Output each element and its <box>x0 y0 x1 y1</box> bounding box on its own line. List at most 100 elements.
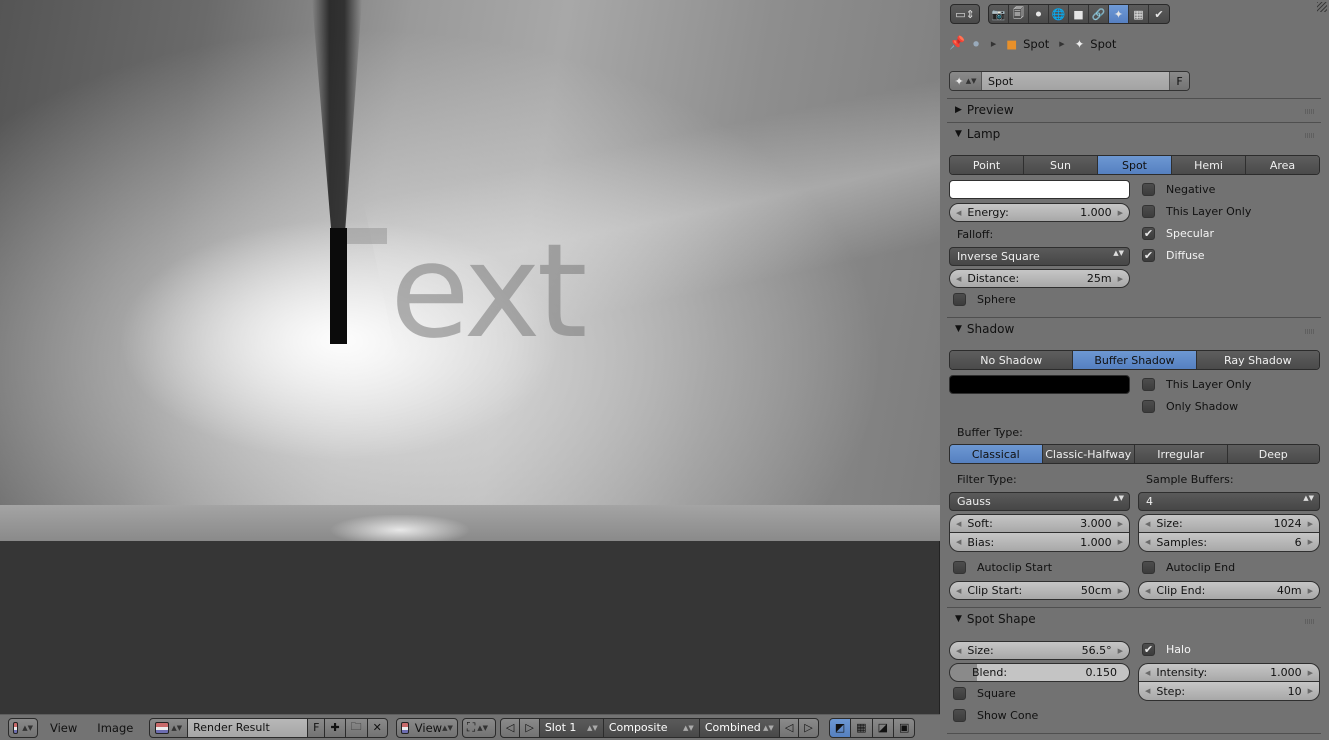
panel-drag-handle[interactable] <box>1305 109 1315 114</box>
clip-end-field[interactable]: ◀ Clip End: 40m ▶ <box>1138 581 1320 600</box>
shadow-this-layer-only-checkbox[interactable]: This Layer Only <box>1142 378 1251 391</box>
halo-intensity-field[interactable]: ◀ Intensity: 1.000 ▶ <box>1138 663 1320 682</box>
checkbox-box[interactable] <box>953 293 966 306</box>
buffer-size-field[interactable]: ◀ Size: 1024 ▶ <box>1138 514 1320 533</box>
decrement-arrow-icon[interactable]: ◀ <box>956 647 961 655</box>
z-buffer-button[interactable]: ▣ <box>893 717 916 738</box>
panel-drag-handle[interactable] <box>1305 619 1315 624</box>
decrement-arrow-icon[interactable]: ◀ <box>956 209 961 217</box>
decrement-arrow-icon[interactable]: ◀ <box>956 275 961 283</box>
next-slot-button[interactable]: ▷ <box>520 717 540 738</box>
clip-start-field[interactable]: ◀ Clip Start: 50cm ▶ <box>949 581 1130 600</box>
menu-view[interactable]: View <box>42 721 85 735</box>
area-split-handle[interactable] <box>1317 2 1327 12</box>
autoclip-start-checkbox[interactable]: Autoclip Start <box>953 561 1052 574</box>
shadow-mode-no-shadow[interactable]: No Shadow <box>950 351 1074 369</box>
panel-drag-handle[interactable] <box>1305 329 1315 334</box>
sample-buffers-dropdown[interactable]: 4 ▲▼ <box>1138 492 1320 511</box>
tab-texture[interactable]: ▦ <box>1129 5 1149 23</box>
buffer-type-classical[interactable]: Classical <box>950 445 1043 463</box>
lamp-name-field[interactable]: Spot <box>982 72 1169 90</box>
checkbox-box[interactable] <box>1142 643 1155 656</box>
slot-dropdown[interactable]: Slot 1 ▲▼ <box>539 717 604 738</box>
alpha-button[interactable]: ◪ <box>872 717 894 738</box>
halo-step-field[interactable]: ◀ Step: 10 ▶ <box>1138 682 1320 701</box>
decrement-arrow-icon[interactable]: ◀ <box>956 587 961 595</box>
only-shadow-checkbox[interactable]: Only Shadow <box>1142 400 1238 413</box>
checkbox-box[interactable] <box>953 687 966 700</box>
this-layer-only-checkbox[interactable]: This Layer Only <box>1142 205 1251 218</box>
decrement-arrow-icon[interactable]: ◀ <box>956 520 961 528</box>
lamp-type-area[interactable]: Area <box>1246 156 1319 174</box>
spot-size-field[interactable]: ◀ Size: 56.5° ▶ <box>949 641 1130 660</box>
spot-blend-slider[interactable]: Blend: 0.150 <box>949 663 1130 682</box>
prev-pass-button[interactable]: ◁ <box>779 717 800 738</box>
panel-header-shadow[interactable]: ▼ Shadow <box>955 320 1014 338</box>
sphere-checkbox[interactable]: Sphere <box>953 293 1016 306</box>
checkbox-box[interactable] <box>1142 249 1155 262</box>
increment-arrow-icon[interactable]: ▶ <box>1118 520 1123 528</box>
buffer-type-classic-halfway[interactable]: Classic-Halfway <box>1042 445 1135 463</box>
decrement-arrow-icon[interactable]: ◀ <box>1145 687 1150 695</box>
color-alpha-button[interactable]: ◩ <box>828 717 852 738</box>
tab-data-lamp[interactable]: ✦ <box>1109 5 1129 23</box>
new-image-button[interactable]: ✚ <box>325 717 346 738</box>
increment-arrow-icon[interactable]: ▶ <box>1118 647 1123 655</box>
lamp-type-hemi[interactable]: Hemi <box>1172 156 1246 174</box>
panel-header-lamp[interactable]: ▼ Lamp <box>955 125 1000 143</box>
filter-type-dropdown[interactable]: Gauss ▲▼ <box>949 492 1130 511</box>
editor-type-selector[interactable]: ▲▼ <box>8 717 38 738</box>
browse-lamp-button[interactable]: ✦ ▲▼ <box>950 72 982 90</box>
tab-scene[interactable]: ⚫ <box>1029 5 1049 23</box>
tab-constraints[interactable]: 🔗 <box>1089 5 1109 23</box>
increment-arrow-icon[interactable]: ▶ <box>1308 520 1313 528</box>
checkbox-box[interactable] <box>953 561 966 574</box>
buffer-type-irregular[interactable]: Irregular <box>1135 445 1228 463</box>
show-cone-checkbox[interactable]: Show Cone <box>953 709 1038 722</box>
increment-arrow-icon[interactable]: ▶ <box>1308 538 1313 546</box>
buffer-type-deep[interactable]: Deep <box>1227 445 1319 463</box>
menu-image[interactable]: Image <box>89 721 141 735</box>
panel-header-preview[interactable]: ▶ Preview <box>955 101 1014 119</box>
panel-drag-handle[interactable] <box>1305 133 1315 138</box>
increment-arrow-icon[interactable]: ▶ <box>1118 587 1123 595</box>
halo-checkbox[interactable]: Halo <box>1142 643 1191 656</box>
energy-field[interactable]: ◀ Energy: 1.000 ▶ <box>949 203 1130 222</box>
increment-arrow-icon[interactable]: ▶ <box>1118 275 1123 283</box>
diffuse-checkbox[interactable]: Diffuse <box>1142 249 1205 262</box>
tab-world[interactable]: 🌐 <box>1049 5 1069 23</box>
checkbox-box[interactable] <box>1142 561 1155 574</box>
distance-field[interactable]: ◀ Distance: 25m ▶ <box>949 269 1130 288</box>
editor-type-selector[interactable]: ▭⇕ <box>950 4 980 24</box>
increment-arrow-icon[interactable]: ▶ <box>1308 687 1313 695</box>
increment-arrow-icon[interactable]: ▶ <box>1118 538 1123 546</box>
square-checkbox[interactable]: Square <box>953 687 1016 700</box>
lamp-type-point[interactable]: Point <box>950 156 1024 174</box>
decrement-arrow-icon[interactable]: ◀ <box>1145 587 1150 595</box>
decrement-arrow-icon[interactable]: ◀ <box>956 538 961 546</box>
bias-field[interactable]: ◀ Bias: 1.000 ▶ <box>949 533 1130 552</box>
decrement-arrow-icon[interactable]: ◀ <box>1145 669 1150 677</box>
browse-image-button[interactable]: ▲▼ <box>149 717 189 738</box>
tab-object[interactable]: ■ <box>1069 5 1089 23</box>
lamp-type-sun[interactable]: Sun <box>1024 156 1098 174</box>
pivot-dropdown[interactable]: ⛶ ▲▼ <box>461 717 496 738</box>
fake-user-button[interactable]: F <box>1169 72 1189 90</box>
color-button[interactable]: ▦ <box>851 717 873 738</box>
checkbox-box[interactable] <box>1142 227 1155 240</box>
shadow-mode-buffer-shadow[interactable]: Buffer Shadow <box>1073 351 1197 369</box>
specular-checkbox[interactable]: Specular <box>1142 227 1214 240</box>
samples-field[interactable]: ◀ Samples: 6 ▶ <box>1138 533 1320 552</box>
lamp-type-spot[interactable]: Spot <box>1098 156 1172 174</box>
decrement-arrow-icon[interactable]: ◀ <box>1145 520 1150 528</box>
increment-arrow-icon[interactable]: ▶ <box>1308 587 1313 595</box>
prev-slot-button[interactable]: ◁ <box>499 717 521 738</box>
tab-render-layers[interactable]: 🗐 <box>1009 5 1029 23</box>
render-pass-dropdown[interactable]: Combined ▲▼ <box>699 717 780 738</box>
shadow-color-swatch[interactable] <box>949 375 1130 394</box>
fake-user-button[interactable]: F <box>308 717 326 738</box>
pin-icon[interactable]: 📌 <box>949 36 965 51</box>
falloff-dropdown[interactable]: Inverse Square ▲▼ <box>949 247 1130 266</box>
increment-arrow-icon[interactable]: ▶ <box>1118 209 1123 217</box>
view-mode-dropdown[interactable]: View ▲▼ <box>395 717 458 738</box>
